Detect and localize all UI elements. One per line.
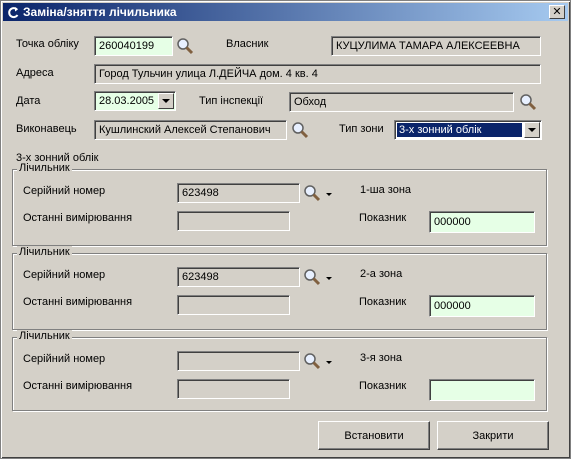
performer-field: Кушлинский Алексей Степанович (94, 120, 287, 140)
meter-group-2: Лічильник (12, 246, 547, 330)
reading-input[interactable] (429, 379, 535, 401)
meter-group-caption: Лічильник (17, 246, 72, 258)
zone-label: 3-я зона (360, 352, 403, 364)
inspection-type-label: Тип інспекції (199, 95, 264, 107)
performer-label: Виконавець (16, 123, 77, 135)
serial-dropdown-arrow-icon[interactable] (326, 277, 332, 280)
reading-label: Показник (359, 212, 407, 224)
date-picker[interactable]: 28.03.2005 (94, 91, 176, 111)
last-measurement-field (177, 211, 290, 231)
reading-label: Показник (359, 296, 407, 308)
title-bar: Заміна/зняття лічильника ✕ (3, 3, 568, 21)
serial-number-label: Серійний номер (23, 353, 106, 365)
account-point-lookup-icon[interactable] (175, 36, 195, 56)
close-button[interactable]: Закрити (437, 421, 549, 450)
chevron-down-icon (528, 128, 536, 132)
reading-input[interactable]: 000000 (429, 211, 535, 233)
owner-label: Власник (226, 38, 269, 50)
account-point-field[interactable]: 260040199 (94, 36, 173, 56)
meter-group-1: Лічильник (12, 162, 547, 246)
inspection-type-lookup-icon[interactable] (518, 92, 538, 112)
last-measurement-field (177, 379, 290, 399)
zone-type-select[interactable]: 3-х зонний облік (394, 120, 542, 140)
install-button[interactable]: Встановити (318, 421, 430, 450)
address-label: Адреса (16, 67, 54, 79)
serial-dropdown-arrow-icon[interactable] (326, 193, 332, 196)
date-value: 28.03.2005 (99, 95, 155, 107)
account-point-label: Точка обліку (16, 38, 79, 50)
zone-label: 1-ша зона (360, 184, 412, 196)
reading-input[interactable]: 000000 (429, 295, 535, 317)
date-dropdown-button[interactable] (158, 93, 174, 109)
serial-number-field: 623498 (177, 183, 300, 203)
close-window-button[interactable]: ✕ (549, 5, 565, 19)
zone-type-dropdown-button[interactable] (524, 122, 540, 138)
serial-dropdown-arrow-icon[interactable] (326, 361, 332, 364)
zone-label: 2-а зона (360, 268, 403, 280)
chevron-down-icon (162, 99, 170, 103)
address-field: Город Тульчин улица Л.ДЕЙЧА дом. 4 кв. 4 (94, 64, 541, 84)
last-measurement-field (177, 295, 290, 315)
last-measurement-label: Останні вимірювання (23, 296, 133, 308)
performer-lookup-icon[interactable] (290, 120, 310, 140)
date-label: Дата (16, 95, 41, 107)
inspection-type-field: Обход (289, 92, 514, 112)
serial-number-field (177, 351, 300, 371)
window-title: Заміна/зняття лічильника (23, 5, 177, 19)
reading-label: Показник (359, 380, 407, 392)
app-icon (6, 5, 20, 19)
zone-type-value: 3-х зонний облік (397, 123, 522, 137)
meter-group-caption: Лічильник (17, 330, 72, 342)
serial-lookup-icon[interactable] (302, 183, 322, 203)
serial-lookup-icon[interactable] (302, 267, 322, 287)
last-measurement-label: Останні вимірювання (23, 380, 133, 392)
zone-type-label: Тип зони (339, 123, 384, 135)
last-measurement-label: Останні вимірювання (23, 212, 133, 224)
meter-group-caption: Лічильник (17, 162, 72, 174)
serial-lookup-icon[interactable] (302, 351, 322, 371)
serial-number-label: Серійний номер (23, 269, 106, 281)
serial-number-field: 623498 (177, 267, 300, 287)
serial-number-label: Серійний номер (23, 185, 106, 197)
owner-field: КУЦУЛИМА ТАМАРА АЛЕКСЕЕВНА (331, 36, 541, 56)
close-icon: ✕ (552, 5, 562, 18)
dialog-window: Заміна/зняття лічильника ✕ Точка обліку … (0, 0, 571, 459)
